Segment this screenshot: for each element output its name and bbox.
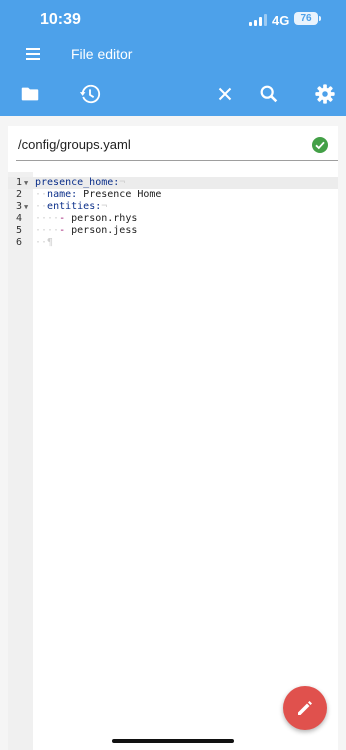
code-line[interactable]: 3 ▼ ··entities:¬	[8, 201, 338, 213]
search-icon[interactable]	[258, 83, 280, 105]
content-area: /config/groups.yaml 1 ▼ presence_home:¬ …	[0, 116, 346, 750]
signal-icon	[249, 14, 267, 26]
battery-tip	[319, 16, 321, 21]
fold-arrow-icon[interactable]: ▼	[24, 177, 28, 189]
fold-arrow-icon[interactable]: ▼	[24, 201, 28, 213]
line-number-gutter	[8, 172, 33, 750]
yaml-value: person.jess	[65, 225, 138, 236]
file-path-bar: /config/groups.yaml	[8, 126, 338, 178]
page-title: File editor	[71, 46, 133, 62]
line-number: 5	[15, 225, 22, 236]
indent-marker: ··	[35, 189, 48, 200]
code-line[interactable]: 2 ··name: Presence Home	[8, 189, 338, 201]
history-icon[interactable]	[79, 83, 101, 105]
line-number: 2	[15, 189, 22, 200]
file-path-input[interactable]: /config/groups.yaml	[18, 137, 131, 152]
code-text: ····- person.rhys	[35, 213, 137, 225]
code-line[interactable]: 5 ····- person.jess	[8, 225, 338, 237]
edit-button[interactable]	[283, 686, 327, 730]
indent-marker: ··¶	[35, 237, 54, 248]
yaml-key: name:	[47, 189, 78, 200]
close-icon[interactable]	[214, 83, 236, 105]
code-line[interactable]: 4 ····- person.rhys	[8, 213, 338, 225]
code-text: ··entities:¬	[35, 201, 107, 213]
yaml-key: presence_home:	[35, 177, 120, 188]
code-line[interactable]: 1 ▼ presence_home:¬	[8, 177, 338, 189]
code-text: ····- person.jess	[35, 225, 137, 237]
line-number: 3	[15, 201, 22, 212]
line-number: 1	[15, 177, 22, 188]
network-type: 4G	[272, 13, 290, 28]
indent-marker: ····	[35, 225, 60, 236]
pencil-icon	[298, 701, 312, 715]
toolbar	[0, 72, 346, 116]
code-text: ··name: Presence Home	[35, 189, 161, 201]
newline-marker: ¬	[119, 177, 126, 188]
indent-marker: ····	[35, 213, 60, 224]
code-text: ··¶	[35, 237, 53, 249]
code-line[interactable]: 6 ··¶	[8, 237, 338, 249]
status-bar: 10:39 4G 76	[0, 0, 346, 38]
folder-icon[interactable]	[19, 83, 41, 105]
yaml-value: Presence Home	[77, 189, 162, 200]
battery-icon: 76	[294, 12, 318, 25]
check-circle-icon	[312, 137, 328, 153]
app-bar: File editor	[0, 38, 346, 72]
gear-icon[interactable]	[314, 83, 336, 105]
indent-marker: ··	[35, 201, 48, 212]
editor-card: /config/groups.yaml 1 ▼ presence_home:¬ …	[8, 126, 338, 750]
line-number: 4	[15, 213, 22, 224]
code-text: presence_home:¬	[35, 177, 125, 189]
newline-marker: ¬	[101, 201, 108, 212]
home-indicator	[112, 739, 234, 743]
menu-icon[interactable]	[24, 45, 42, 63]
path-underline	[16, 160, 338, 161]
yaml-value: person.rhys	[65, 213, 138, 224]
yaml-key: entities:	[47, 201, 102, 212]
status-time: 10:39	[40, 11, 81, 28]
line-number: 6	[15, 237, 22, 248]
code-editor[interactable]: 1 ▼ presence_home:¬ 2 ··name: Presence H…	[8, 172, 338, 750]
